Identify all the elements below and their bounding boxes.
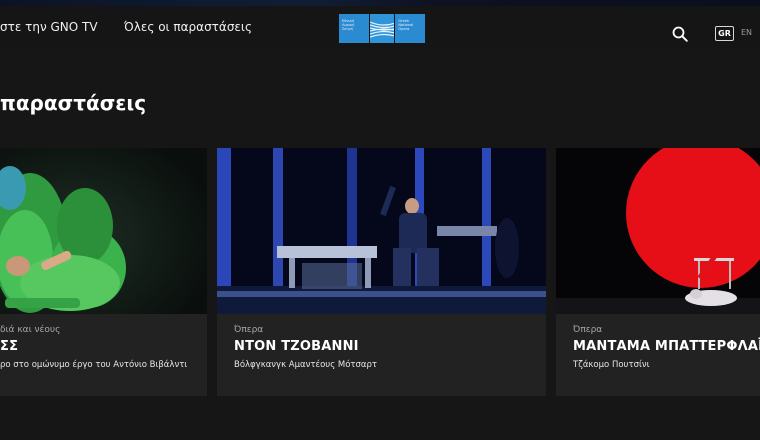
logo-english-text: Greek National Opera [395, 14, 426, 43]
card-subtitle: ρο στο ομώνυμο έργο του Αντόνιο Βιβάλντι [0, 360, 188, 370]
language-en-button[interactable]: EN [741, 28, 752, 37]
logo-line: Opera [398, 27, 410, 31]
search-icon[interactable] [672, 26, 688, 42]
performance-image [556, 148, 760, 314]
card-subtitle: Βόλφγκανγκ Αμαντέους Μότσαρτ [234, 360, 378, 370]
logo-greek-text: Εθνική Λυρική Σκηνή [339, 14, 369, 43]
top-navigation: στε την GNO TV Όλες οι παραστάσεις Εθνικ… [0, 6, 760, 50]
card-category: Όπερα [573, 325, 603, 335]
card-category: διά και νέους [0, 325, 61, 335]
performance-card[interactable]: διά και νέους ΣΣ ρο στο ομώνυμο έργο του… [0, 148, 207, 396]
nav-link-all-performances[interactable]: Όλες οι παραστάσεις [124, 20, 252, 34]
logo-wave-icon [369, 14, 395, 43]
performance-image [217, 148, 546, 314]
card-category: Όπερα [234, 325, 264, 335]
nav-link-gno-tv[interactable]: στε την GNO TV [0, 20, 98, 34]
card-subtitle: Τζάκομο Πουτσίνι [573, 360, 650, 370]
card-title: ΣΣ [0, 339, 19, 354]
performance-card[interactable]: Όπερα ΜΑΝΤΑΜΑ ΜΠΑΤΤΕΡΦΛΑΪ Τζάκομο Πουτσί… [556, 148, 760, 396]
performance-card[interactable]: Όπερα ΝΤΟΝ ΤΖΟΒΑΝΝΙ Βόλφγκανγκ Αμαντέους… [217, 148, 546, 396]
page-title: παραστάσεις [0, 91, 147, 115]
card-title: ΜΑΝΤΑΜΑ ΜΠΑΤΤΕΡΦΛΑΪ [573, 339, 760, 354]
gno-logo[interactable]: Εθνική Λυρική Σκηνή Greek National Opera [339, 14, 426, 43]
card-title: ΝΤΟΝ ΤΖΟΒΑΝΝΙ [234, 339, 359, 354]
performance-image [0, 148, 207, 314]
logo-line: Σκηνή [342, 27, 353, 31]
language-gr-button[interactable]: GR [715, 26, 734, 41]
